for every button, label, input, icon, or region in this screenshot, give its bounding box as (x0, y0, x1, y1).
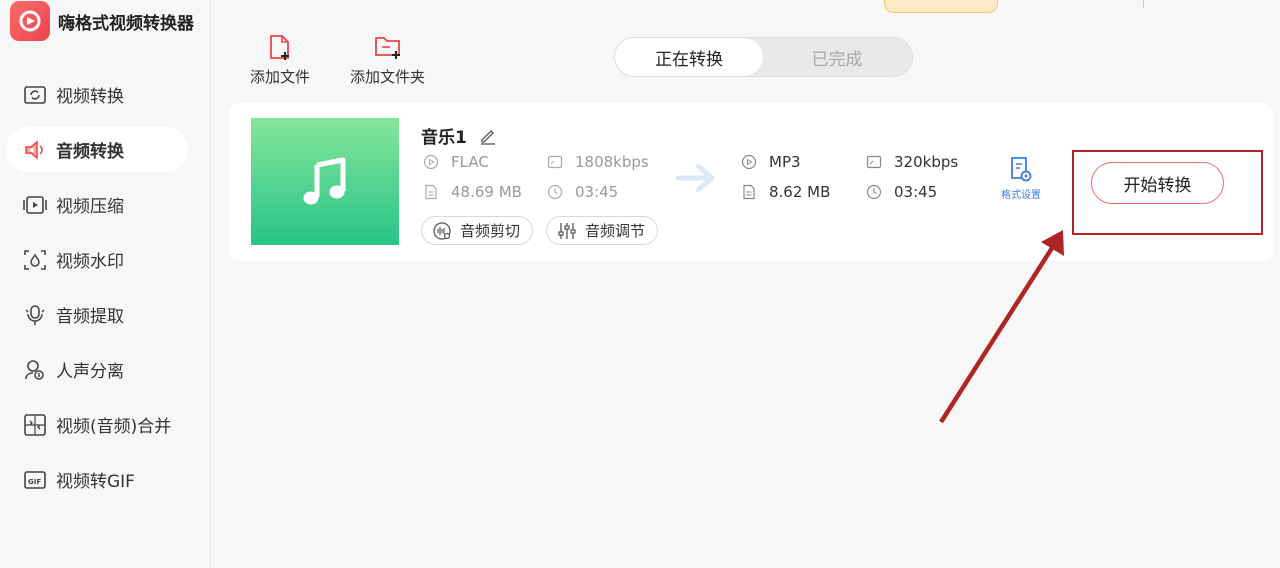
clock-icon (866, 184, 882, 200)
format-icon (423, 154, 439, 170)
sidebar-item-label: 视频(音频)合并 (56, 417, 172, 437)
sidebar-item-label: 视频压缩 (56, 197, 124, 217)
add-file-button[interactable]: 添加文件 (250, 30, 310, 87)
top-divider (1143, 0, 1144, 8)
scissors-waveform-icon (432, 221, 452, 241)
status-tabs: 正在转换 已完成 (614, 37, 913, 77)
video-watermark-icon (22, 247, 48, 273)
sidebar-item-label: 视频转换 (56, 87, 124, 107)
format-icon (741, 154, 757, 170)
source-bitrate: 1808kbps (547, 153, 649, 171)
merge-icon (22, 412, 48, 438)
file-size-icon (741, 184, 757, 200)
add-folder-label: 添加文件夹 (350, 68, 426, 86)
convert-arrow-icon (675, 161, 718, 199)
app-logo-icon (10, 1, 50, 41)
sidebar-item-video-compress[interactable]: 视频压缩 (6, 182, 188, 227)
sidebar-item-label: 视频转GIF (56, 472, 135, 492)
sidebar-item-video-watermark[interactable]: 视频水印 (6, 237, 188, 282)
sidebar-item-merge[interactable]: 视频(音频)合并 (6, 402, 188, 447)
video-compress-icon (22, 192, 48, 218)
sliders-icon (557, 221, 577, 241)
clock-icon (547, 184, 563, 200)
add-folder-icon (373, 30, 403, 64)
audio-trim-button[interactable]: 音频剪切 (421, 216, 534, 245)
sidebar: 嗨格式视频转换器 视频转换 音频转换 视频压缩 视频水印 音频提取 人声分离 视… (0, 0, 211, 568)
sidebar-item-audio-convert[interactable]: 音频转换 (6, 127, 188, 172)
target-bitrate: 320kbps (866, 153, 958, 171)
audio-thumbnail (251, 118, 399, 245)
source-duration: 03:45 (547, 183, 618, 201)
app-title: 嗨格式视频转换器 (58, 13, 194, 34)
svg-text:GIF: GIF (28, 478, 41, 486)
sidebar-item-label: 视频水印 (56, 252, 124, 272)
audio-extract-icon (22, 302, 48, 328)
add-file-icon (265, 30, 295, 64)
video-convert-icon (22, 82, 48, 108)
sidebar-item-label: 音频转换 (56, 142, 124, 162)
target-format: MP3 (741, 153, 801, 171)
sidebar-item-audio-extract[interactable]: 音频提取 (6, 292, 188, 337)
tab-converting[interactable]: 正在转换 (615, 38, 763, 76)
target-size: 8.62 MB (741, 183, 830, 201)
sidebar-item-label: 人声分离 (56, 362, 124, 382)
file-name: 音乐1 (421, 123, 497, 148)
top-tab-active[interactable] (884, 0, 998, 13)
sidebar-item-gif[interactable]: GIF 视频转GIF (6, 457, 188, 502)
sidebar-item-vocal-separate[interactable]: 人声分离 (6, 347, 188, 392)
sidebar-item-video-convert[interactable]: 视频转换 (6, 72, 188, 117)
format-settings-button[interactable]: 格式设置 (999, 155, 1043, 201)
app-brand: 嗨格式视频转换器 (10, 0, 194, 42)
source-size: 48.69 MB (423, 183, 522, 201)
file-name-text: 音乐1 (421, 128, 467, 148)
gif-icon: GIF (22, 467, 48, 493)
edit-icon[interactable] (479, 127, 497, 145)
format-settings-icon (1008, 155, 1034, 183)
vocal-separate-icon (22, 357, 48, 383)
sidebar-item-label: 音频提取 (56, 307, 124, 327)
add-folder-button[interactable]: 添加文件夹 (350, 30, 425, 87)
bitrate-icon (547, 154, 563, 170)
annotation-highlight-box (1072, 150, 1263, 235)
audio-convert-icon (22, 137, 48, 163)
source-format: FLAC (423, 153, 489, 171)
target-duration: 03:45 (866, 183, 937, 201)
add-file-label: 添加文件 (250, 68, 311, 86)
file-size-icon (423, 184, 439, 200)
tab-completed[interactable]: 已完成 (763, 38, 911, 76)
audio-adjust-button[interactable]: 音频调节 (546, 216, 659, 245)
bitrate-icon (866, 154, 882, 170)
music-note-icon (303, 157, 346, 204)
